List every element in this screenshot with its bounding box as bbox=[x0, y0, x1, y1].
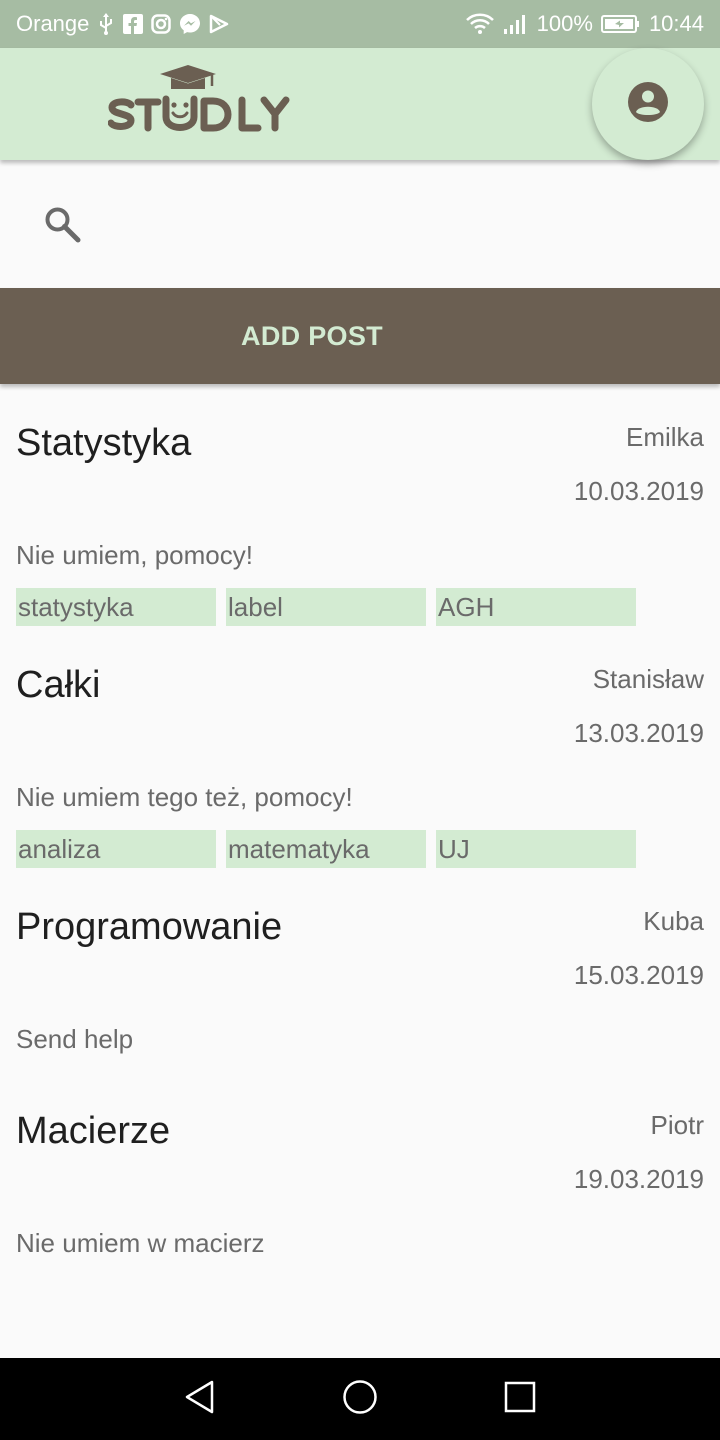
battery-charging-icon bbox=[600, 12, 641, 36]
post-date: 15.03.2019 bbox=[573, 960, 704, 990]
profile-button[interactable] bbox=[592, 48, 704, 160]
play-store-icon bbox=[209, 12, 229, 36]
home-circle-icon bbox=[342, 1379, 378, 1420]
recents-square-icon bbox=[504, 1381, 536, 1418]
clock: 10:44 bbox=[648, 11, 704, 36]
post-author: Piotr bbox=[650, 1110, 704, 1140]
post-body: Nie umiem w macierz bbox=[16, 1228, 265, 1258]
tag-chip[interactable]: UJ bbox=[436, 830, 636, 868]
post-title: Całki bbox=[16, 664, 101, 706]
tag-chip[interactable]: label bbox=[226, 588, 426, 626]
add-post-label: ADD POST bbox=[241, 320, 383, 351]
search-bar bbox=[0, 160, 720, 288]
post-card[interactable]: Całki Stanisław 13.03.2019 Nie umiem teg… bbox=[0, 626, 720, 868]
back-button[interactable] bbox=[150, 1358, 250, 1440]
home-button[interactable] bbox=[310, 1358, 410, 1440]
post-title: Programowanie bbox=[16, 906, 283, 948]
status-left: Orange bbox=[16, 0, 229, 48]
back-triangle-icon bbox=[183, 1380, 217, 1419]
status-right: 100% 10:44 bbox=[465, 0, 704, 48]
post-author: Kuba bbox=[643, 906, 704, 936]
app-bar bbox=[0, 48, 720, 160]
post-card[interactable]: Programowanie Kuba 15.03.2019 Send help bbox=[0, 868, 720, 1072]
post-author: Emilka bbox=[625, 422, 704, 452]
usb-icon bbox=[97, 12, 115, 36]
post-tags: statystyka label AGH bbox=[16, 588, 636, 626]
instagram-icon bbox=[151, 12, 172, 36]
post-title: Macierze bbox=[16, 1110, 171, 1152]
battery-percent: 100% bbox=[536, 11, 593, 36]
post-date: 19.03.2019 bbox=[573, 1164, 704, 1194]
account-circle-icon bbox=[628, 81, 668, 127]
post-card[interactable]: Statystyka Emilka 10.03.2019 Nie umiem, … bbox=[0, 384, 720, 626]
cell-signal-icon bbox=[503, 12, 529, 36]
post-date: 10.03.2019 bbox=[573, 476, 704, 506]
search-input[interactable] bbox=[104, 200, 694, 252]
messenger-icon bbox=[179, 12, 201, 36]
status-bar: Orange 100% 10:44 bbox=[0, 0, 720, 48]
system-nav-bar bbox=[0, 1358, 720, 1440]
studly-logo-image bbox=[107, 65, 290, 132]
tag-chip[interactable]: AGH bbox=[436, 588, 636, 626]
studly-logo bbox=[107, 62, 292, 138]
post-body: Nie umiem, pomocy! bbox=[16, 540, 253, 570]
wifi-icon bbox=[465, 12, 495, 36]
post-date: 13.03.2019 bbox=[573, 718, 704, 748]
carrier-name: Orange bbox=[16, 11, 90, 36]
post-body: Send help bbox=[16, 1024, 134, 1054]
post-tags: analiza matematyka UJ bbox=[16, 830, 636, 868]
search-icon bbox=[42, 204, 82, 249]
facebook-icon bbox=[123, 12, 144, 36]
post-author: Stanisław bbox=[592, 664, 704, 694]
add-post-button[interactable]: ADD POST bbox=[0, 288, 720, 384]
recents-button[interactable] bbox=[470, 1358, 570, 1440]
tag-chip[interactable]: matematyka bbox=[226, 830, 426, 868]
search-button[interactable] bbox=[36, 200, 88, 252]
post-body: Nie umiem tego też, pomocy! bbox=[16, 782, 353, 812]
tag-chip[interactable]: statystyka bbox=[16, 588, 216, 626]
post-card[interactable]: Macierze Piotr 19.03.2019 Nie umiem w ma… bbox=[0, 1072, 720, 1276]
post-title: Statystyka bbox=[16, 422, 192, 464]
post-list: Statystyka Emilka 10.03.2019 Nie umiem, … bbox=[0, 384, 720, 1358]
tag-chip[interactable]: analiza bbox=[16, 830, 216, 868]
